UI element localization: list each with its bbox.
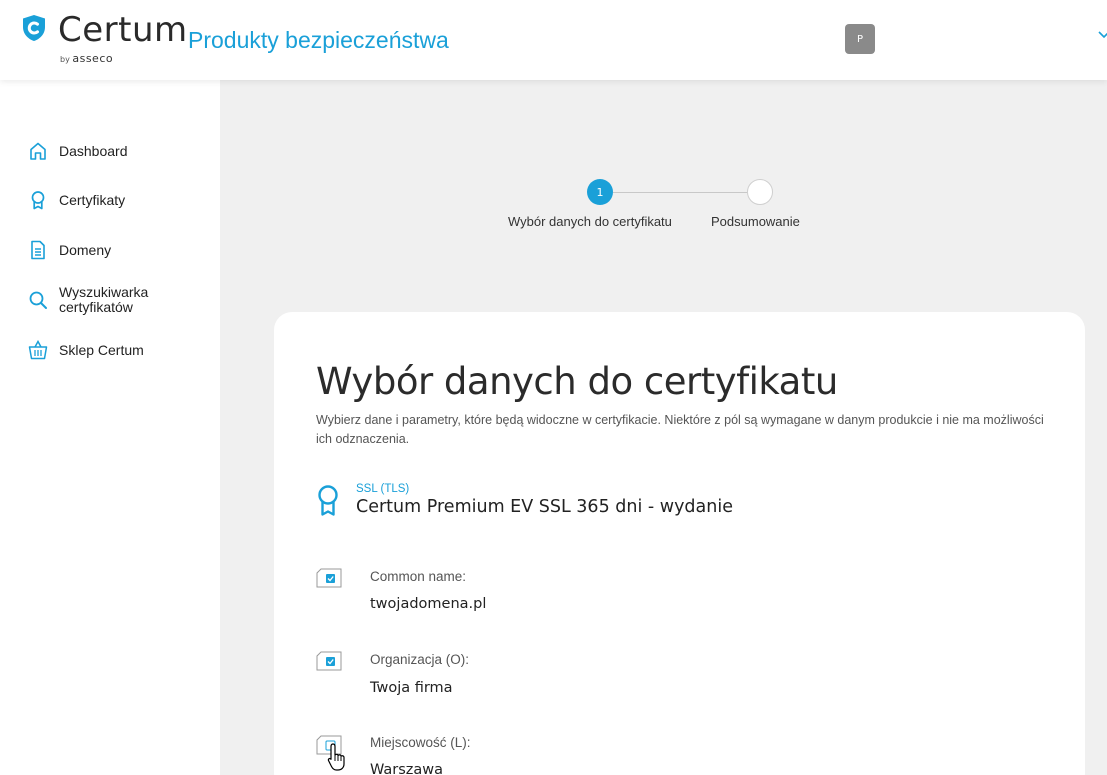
stepper-connector — [613, 192, 747, 193]
step-2-indicator — [747, 179, 773, 205]
sidebar-item-label-line1: Wyszukiwarka — [59, 284, 149, 300]
sidebar-item-label: Sklep Certum — [59, 341, 144, 358]
certificate-icon — [31, 191, 45, 210]
certum-shield-logo-icon[interactable] — [22, 14, 46, 42]
certum-logo-text[interactable]: Certum — [58, 10, 188, 50]
sidebar-item-certificate-search[interactable]: Wyszukiwarka certyfikatów — [28, 285, 148, 315]
logo-by-asseco: by asseco — [60, 52, 113, 65]
step-1-label: Wybór danych do certyfikatu — [508, 214, 672, 229]
sidebar-item-certificates[interactable]: Certyfikaty — [28, 190, 125, 210]
locality-label: Miejscowość (L): — [370, 735, 471, 750]
organization-value: Twoja firma — [370, 680, 453, 696]
certificate-badge-icon — [318, 485, 338, 516]
top-header: Certum by asseco Produkty bezpieczeństwa… — [0, 0, 1107, 80]
search-icon — [29, 291, 47, 309]
sidebar-item-domains[interactable]: Domeny — [28, 240, 111, 260]
sidebar-item-label: Domeny — [59, 241, 112, 258]
step-2-label: Podsumowanie — [711, 214, 800, 229]
card-title: Wybór danych do certyfikatu — [316, 360, 838, 403]
locality-value: Warszawa — [370, 762, 444, 775]
sidebar-item-shop[interactable]: Sklep Certum — [28, 340, 144, 360]
chevron-down-icon[interactable] — [1097, 30, 1107, 40]
certificate-name: Certum Premium EV SSL 365 dni - wydanie — [356, 497, 733, 517]
organization-checkbox[interactable] — [316, 651, 342, 671]
basket-icon — [28, 340, 48, 360]
certificate-type: SSL (TLS) — [356, 483, 410, 495]
product-title: Produkty bezpieczeństwa — [188, 27, 449, 53]
document-icon — [31, 240, 45, 260]
logo-by-text: by — [60, 55, 70, 64]
common-name-value: twojadomena.pl — [370, 596, 487, 612]
hand-cursor-icon — [327, 743, 345, 771]
common-name-label: Common name: — [370, 569, 467, 584]
sidebar — [0, 80, 220, 775]
step-1-indicator: 1 — [587, 179, 613, 205]
card-description: Wybierz dane i parametry, które będą wid… — [316, 413, 1044, 446]
home-icon — [30, 142, 46, 160]
sidebar-item-label: Dashboard — [59, 142, 128, 159]
sidebar-item-label-line2: certyfikatów — [59, 299, 133, 315]
sidebar-item-dashboard[interactable]: Dashboard — [28, 141, 128, 161]
sidebar-item-label: Certyfikaty — [59, 191, 126, 208]
user-avatar[interactable]: P — [845, 24, 875, 54]
sidebar-item-label: Wyszukiwarka certyfikatów — [59, 285, 148, 315]
organization-label: Organizacja (O): — [370, 652, 470, 667]
common-name-checkbox[interactable] — [316, 568, 342, 588]
logo-brand-text: asseco — [72, 52, 114, 65]
